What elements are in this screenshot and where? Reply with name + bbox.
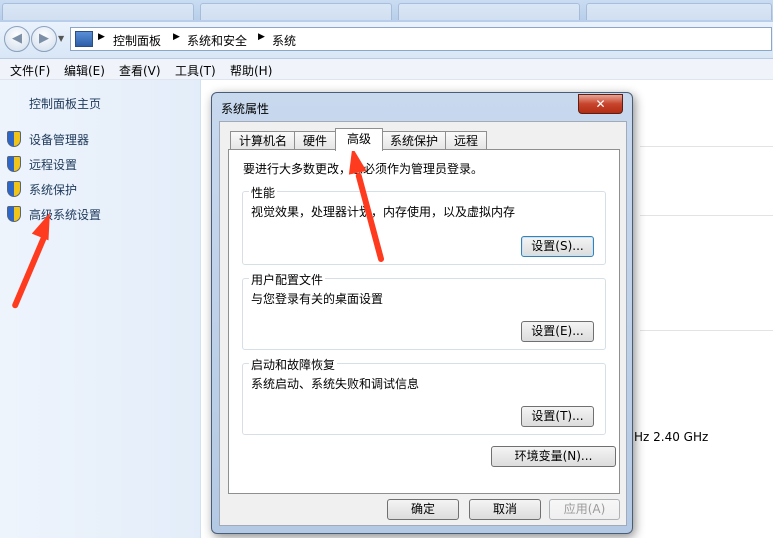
apply-button[interactable]: 应用(A) <box>549 499 620 520</box>
tab-system-protection[interactable]: 系统保护 <box>381 131 447 150</box>
group-description: 视觉效果，处理器计划，内存使用，以及虚拟内存 <box>251 205 516 219</box>
browser-tab[interactable] <box>200 3 392 20</box>
uac-shield-icon <box>7 131 21 147</box>
dialog-body: 计算机名 硬件 高级 系统保护 远程 要进行大多数更改，您必须作为管理员登录。 … <box>219 121 627 526</box>
back-button[interactable]: ◀ <box>4 26 30 52</box>
browser-tab[interactable] <box>398 3 580 20</box>
control-panel-icon <box>75 31 93 47</box>
breadcrumb-system[interactable]: 系统 <box>272 32 296 49</box>
group-description: 与您登录有关的桌面设置 <box>251 292 384 306</box>
sidebar-home-link[interactable]: 控制面板主页 <box>29 95 101 112</box>
startup-recovery-group: 启动和故障恢复 系统启动、系统失败和调试信息 设置(T)... <box>242 356 606 435</box>
user-profiles-settings-button[interactable]: 设置(E)... <box>521 321 594 342</box>
performance-settings-button[interactable]: 设置(S)... <box>521 236 594 257</box>
user-profiles-group: 用户配置文件 与您登录有关的桌面设置 设置(E)... <box>242 271 606 350</box>
menu-tools[interactable]: 工具(T) <box>175 62 216 79</box>
tab-remote[interactable]: 远程 <box>445 131 487 150</box>
group-title: 启动和故障恢复 <box>249 356 338 373</box>
menu-view[interactable]: 查看(V) <box>119 62 161 79</box>
browser-tab-strip <box>0 0 773 23</box>
breadcrumb-arrow-icon[interactable]: ▶ <box>173 32 180 42</box>
menu-file[interactable]: 文件(F) <box>10 62 50 79</box>
forward-button[interactable]: ▶ <box>31 26 57 52</box>
breadcrumb-arrow-icon[interactable]: ▶ <box>258 32 265 42</box>
tab-computer-name[interactable]: 计算机名 <box>230 131 296 150</box>
uac-shield-icon <box>7 156 21 172</box>
startup-recovery-settings-button[interactable]: 设置(T)... <box>521 406 594 427</box>
sidebar-item-remote-settings[interactable]: 远程设置 <box>29 156 77 173</box>
menu-bar: 文件(F) 编辑(E) 查看(V) 工具(T) 帮助(H) <box>0 59 773 80</box>
browser-tab[interactable] <box>586 3 772 20</box>
dialog-title: 系统属性 <box>221 102 270 116</box>
group-title: 性能 <box>249 184 278 201</box>
menu-help[interactable]: 帮助(H) <box>230 62 272 79</box>
sidebar: 控制面板主页 设备管理器 远程设置 系统保护 高级系统设置 <box>0 80 201 538</box>
address-toolbar: ◀ ▶ ▼ ▶ 控制面板 ▶ 系统和安全 ▶ 系统 <box>0 22 773 59</box>
breadcrumb-arrow-icon[interactable]: ▶ <box>98 32 105 42</box>
close-button[interactable]: ✕ <box>578 94 623 114</box>
tab-advanced[interactable]: 高级 <box>335 128 383 151</box>
system-properties-dialog: 系统属性 ✕ 计算机名 硬件 高级 系统保护 远程 要进行大多数更改，您必须作为… <box>211 92 633 534</box>
tab-hardware[interactable]: 硬件 <box>294 131 336 150</box>
breadcrumb-system-security[interactable]: 系统和安全 <box>187 32 247 49</box>
cancel-button[interactable]: 取消 <box>469 499 541 520</box>
browser-tab[interactable] <box>2 3 194 20</box>
ok-button[interactable]: 确定 <box>387 499 459 520</box>
sidebar-item-system-protection[interactable]: 系统保护 <box>29 181 77 198</box>
divider <box>640 146 773 147</box>
recent-pages-dropdown-icon[interactable]: ▼ <box>58 34 64 43</box>
address-bar[interactable]: ▶ 控制面板 ▶ 系统和安全 ▶ 系统 <box>70 27 772 51</box>
sidebar-item-device-manager[interactable]: 设备管理器 <box>29 131 89 148</box>
menu-edit[interactable]: 编辑(E) <box>64 62 105 79</box>
group-description: 系统启动、系统失败和调试信息 <box>251 377 420 391</box>
uac-shield-icon <box>7 181 21 197</box>
tab-panel-advanced: 要进行大多数更改，您必须作为管理员登录。 性能 视觉效果，处理器计划，内存使用，… <box>228 149 620 494</box>
performance-group: 性能 视觉效果，处理器计划，内存使用，以及虚拟内存 设置(S)... <box>242 184 606 265</box>
breadcrumb-control-panel[interactable]: 控制面板 <box>113 32 161 49</box>
divider <box>640 330 773 331</box>
environment-variables-button[interactable]: 环境变量(N)... <box>491 446 616 467</box>
cpu-speed-text: Hz 2.40 GHz <box>634 430 709 444</box>
close-icon: ✕ <box>595 97 606 111</box>
uac-shield-icon <box>7 206 21 222</box>
divider <box>640 215 773 216</box>
group-title: 用户配置文件 <box>249 271 326 288</box>
